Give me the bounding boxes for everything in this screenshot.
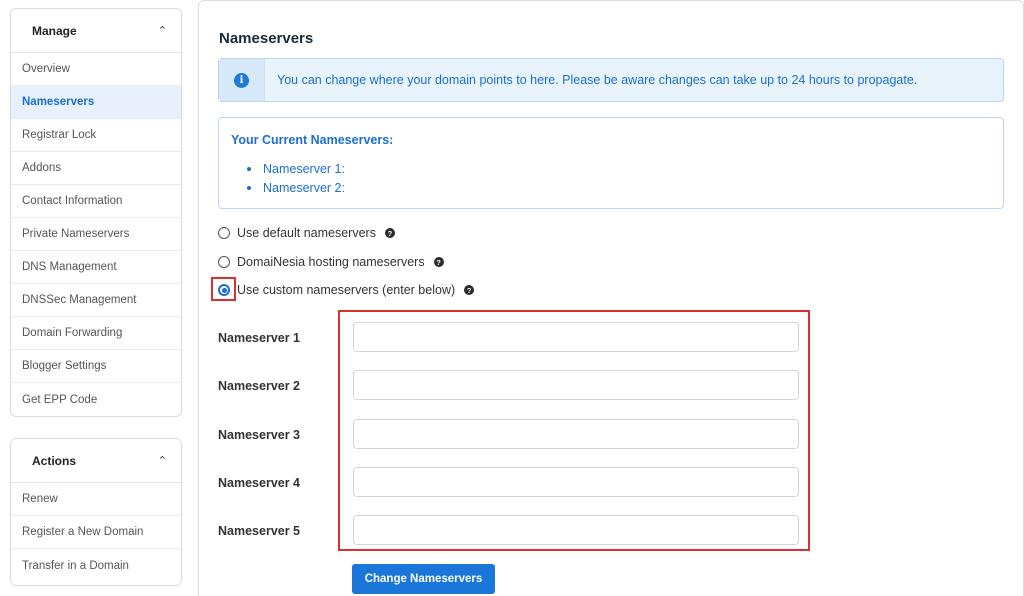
- list-item: Nameserver 2:: [247, 178, 345, 197]
- sidebar-item-dns-management[interactable]: DNS Management: [11, 251, 181, 284]
- info-alert: i You can change where your domain point…: [218, 58, 1004, 102]
- radio-hosting-nameservers[interactable]: [218, 256, 230, 268]
- chevron-up-icon[interactable]: ⌃: [158, 454, 167, 467]
- nameserver-4-input[interactable]: [353, 467, 799, 497]
- current-nameserver-2: Nameserver 2:: [263, 180, 345, 195]
- option-label: Use custom nameservers (enter below): [237, 283, 456, 297]
- current-nameserver-1: Nameserver 1:: [263, 161, 345, 176]
- option-label: DomaiNesia hosting nameservers: [237, 255, 425, 269]
- bullet-icon: [247, 166, 251, 171]
- option-hosting-nameservers[interactable]: DomaiNesia hosting nameservers ?: [218, 255, 444, 269]
- radio-highlight-box: [211, 277, 236, 301]
- sidebar-item-renew[interactable]: Renew: [11, 483, 181, 516]
- info-icon-box: i: [219, 59, 265, 101]
- sidebar-item-registrar-lock[interactable]: Registrar Lock: [11, 119, 181, 152]
- nameserver-2-label: Nameserver 2: [218, 379, 301, 393]
- nameserver-2-input[interactable]: [353, 370, 799, 400]
- actions-panel-title: Actions: [32, 453, 77, 468]
- nameserver-1-label: Nameserver 1: [218, 331, 301, 345]
- option-default-nameservers[interactable]: Use default nameservers ?: [218, 226, 395, 240]
- manage-panel: Manage ⌃ Overview Nameservers Registrar …: [10, 8, 182, 417]
- help-icon[interactable]: ?: [384, 228, 395, 238]
- sidebar-item-private-nameservers[interactable]: Private Nameservers: [11, 218, 181, 251]
- sidebar-item-register-new-domain[interactable]: Register a New Domain: [11, 516, 181, 549]
- main-panel: Nameservers i You can change where your …: [198, 0, 1024, 596]
- sidebar-item-domain-forwarding[interactable]: Domain Forwarding: [11, 317, 181, 350]
- sidebar-item-contact-information[interactable]: Contact Information: [11, 185, 181, 218]
- bullet-icon: [247, 185, 251, 190]
- sidebar-item-nameservers[interactable]: Nameservers: [11, 86, 181, 119]
- nameserver-4-label: Nameserver 4: [218, 476, 301, 490]
- actions-panel: Actions ⌃ Renew Register a New Domain Tr…: [10, 438, 182, 586]
- radio-default-nameservers[interactable]: [218, 227, 230, 239]
- help-icon[interactable]: ?: [464, 285, 475, 295]
- nameserver-1-input[interactable]: [353, 322, 799, 352]
- sidebar-item-dnssec-management[interactable]: DNSSec Management: [11, 284, 181, 317]
- sidebar-item-blogger-settings[interactable]: Blogger Settings: [11, 350, 181, 383]
- help-icon[interactable]: ?: [433, 257, 444, 267]
- sidebar-item-transfer-domain[interactable]: Transfer in a Domain: [11, 549, 181, 582]
- sidebar-item-addons[interactable]: Addons: [11, 152, 181, 185]
- change-nameservers-button[interactable]: Change Nameservers: [352, 564, 495, 594]
- nameserver-5-input[interactable]: [353, 515, 799, 545]
- manage-panel-header[interactable]: Manage ⌃: [11, 9, 181, 53]
- list-item: Nameserver 1:: [247, 159, 345, 178]
- actions-panel-header[interactable]: Actions ⌃: [11, 439, 181, 483]
- nameserver-3-label: Nameserver 3: [218, 428, 301, 442]
- chevron-up-icon[interactable]: ⌃: [158, 24, 167, 37]
- option-custom-nameservers[interactable]: Use custom nameservers (enter below) ?: [218, 283, 475, 297]
- option-label: Use default nameservers: [237, 226, 376, 240]
- current-nameservers-heading: Your Current Nameservers:: [231, 133, 394, 147]
- nameserver-3-input[interactable]: [353, 419, 799, 449]
- info-icon: i: [234, 72, 249, 88]
- sidebar-item-get-epp-code[interactable]: Get EPP Code: [11, 383, 181, 416]
- current-nameservers-list: Nameserver 1: Nameserver 2:: [247, 159, 345, 197]
- manage-panel-title: Manage: [32, 23, 77, 38]
- info-message: You can change where your domain points …: [277, 73, 918, 87]
- current-nameservers-box: Your Current Nameservers: Nameserver 1: …: [218, 117, 1004, 209]
- nameserver-5-label: Nameserver 5: [218, 524, 301, 538]
- page-title: Nameservers: [219, 30, 314, 47]
- sidebar-item-overview[interactable]: Overview: [11, 53, 181, 86]
